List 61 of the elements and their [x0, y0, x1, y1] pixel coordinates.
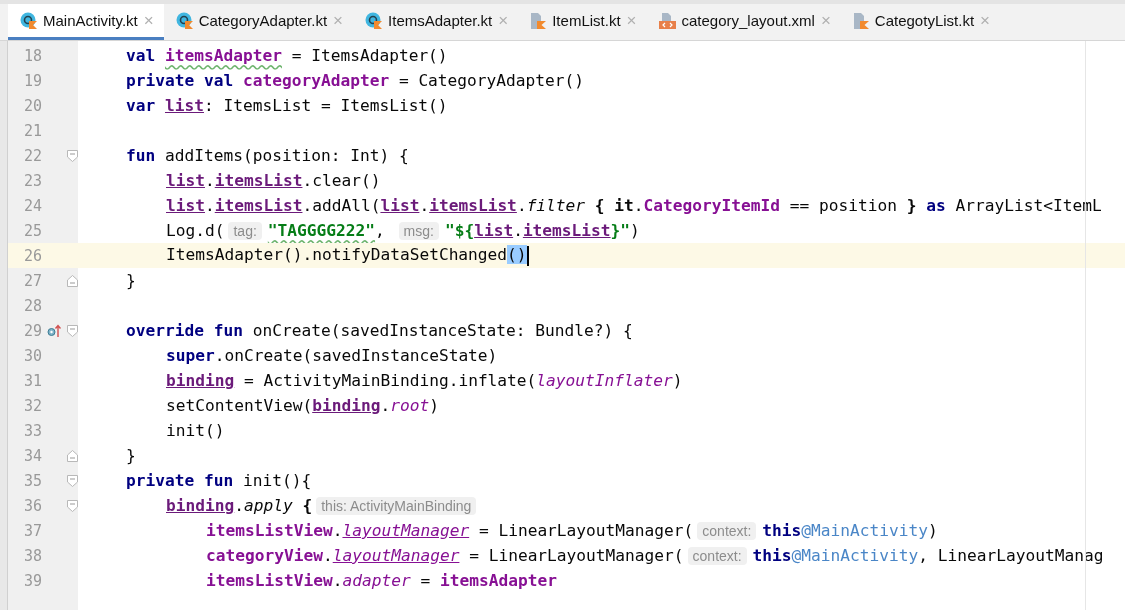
- kotlin-class-icon: [365, 12, 383, 29]
- line-number: 34: [22, 446, 42, 465]
- code-line: Log.d( tag: "TAGGGG222", msg: "${list.itemsList}"): [166, 221, 640, 240]
- fold-icon[interactable]: [66, 474, 78, 487]
- code-line: setContentView(binding.root): [166, 396, 439, 415]
- code-line: override fun onCreate(savedInstanceState: Bundle?) {: [126, 321, 633, 340]
- code-line: }: [126, 446, 136, 465]
- line-number: 32: [22, 396, 42, 415]
- override-marker-icon[interactable]: [47, 323, 61, 338]
- editor-tab[interactable]: CategotyList.kt ×: [840, 4, 1000, 40]
- code-line: list.itemsList.clear(): [166, 171, 381, 190]
- line-number: 19: [22, 71, 42, 90]
- code-line: ItemsAdapter().notifyDataSetChanged(): [166, 245, 529, 266]
- fold-icon[interactable]: [66, 499, 78, 512]
- code-line: private val categoryAdapter = CategoryAdapter(): [126, 71, 585, 90]
- code-line: var list: ItemsList = ItemsList(): [126, 96, 448, 115]
- line-number: 33: [22, 421, 42, 440]
- editor-tab[interactable]: ItemList.kt ×: [518, 4, 647, 40]
- fold-end-icon[interactable]: [66, 274, 78, 287]
- line-number: 28: [22, 296, 42, 315]
- line-number: 31: [22, 371, 42, 390]
- kotlin-file-icon: [852, 11, 869, 30]
- line-number: 30: [22, 346, 42, 365]
- line-number: 39: [22, 571, 42, 590]
- line-number: 37: [22, 521, 42, 540]
- line-number: 21: [22, 121, 42, 140]
- fold-icon[interactable]: [66, 324, 78, 337]
- line-number: 26: [22, 246, 42, 265]
- line-number: 23: [22, 171, 42, 190]
- editor-tab[interactable]: ItemsAdapter.kt ×: [353, 4, 519, 40]
- line-number: 38: [22, 546, 42, 565]
- line-number: 25: [22, 221, 42, 240]
- line-number: 29: [22, 321, 42, 340]
- line-number: 22: [22, 146, 42, 165]
- kotlin-file-icon: [530, 11, 547, 30]
- code-line: binding.apply { this: ActivityMainBinding: [166, 496, 483, 515]
- line-number: 24: [22, 196, 42, 215]
- code-line: list.itemsList.addAll(list.itemsList.filter { it.CategoryItemId == position } as ArrayList<ItemL: [166, 196, 1102, 215]
- line-number: 18: [22, 46, 42, 65]
- editor-tab[interactable]: category_layout.xml ×: [646, 4, 841, 40]
- code-line: init(): [166, 421, 225, 440]
- line-number: 36: [22, 496, 42, 515]
- kotlin-class-icon: [175, 12, 193, 29]
- editor-tab[interactable]: CategoryAdapter.kt ×: [163, 4, 354, 40]
- line-number: 20: [22, 96, 42, 115]
- code-line: }: [126, 271, 136, 290]
- code-line: binding = ActivityMainBinding.inflate(layoutInflater): [166, 371, 683, 390]
- kotlin-class-icon: [20, 12, 37, 29]
- code-line: itemsListView.layoutManager = LinearLayoutManager( context: this@MainActivity): [206, 521, 938, 540]
- line-number: 27: [22, 271, 42, 290]
- code-line: categoryView.layoutManager = LinearLayoutManager( context: this@MainActivity, LinearLayoutManag: [206, 546, 1104, 565]
- code-line: fun addItems(position: Int) {: [126, 146, 409, 165]
- code-line: private fun init(){: [126, 471, 312, 490]
- editor-tab[interactable]: MainActivity.kt ×: [8, 4, 164, 40]
- fold-icon[interactable]: [66, 149, 78, 162]
- code-line: itemsListView.adapter = itemsAdapter: [206, 571, 557, 590]
- code-line: super.onCreate(savedInstanceState): [166, 346, 498, 365]
- fold-end-icon[interactable]: [66, 449, 78, 462]
- line-number: 35: [22, 471, 42, 490]
- xml-file-icon: [658, 11, 676, 30]
- code-line: val itemsAdapter = ItemsAdapter(): [126, 46, 448, 65]
